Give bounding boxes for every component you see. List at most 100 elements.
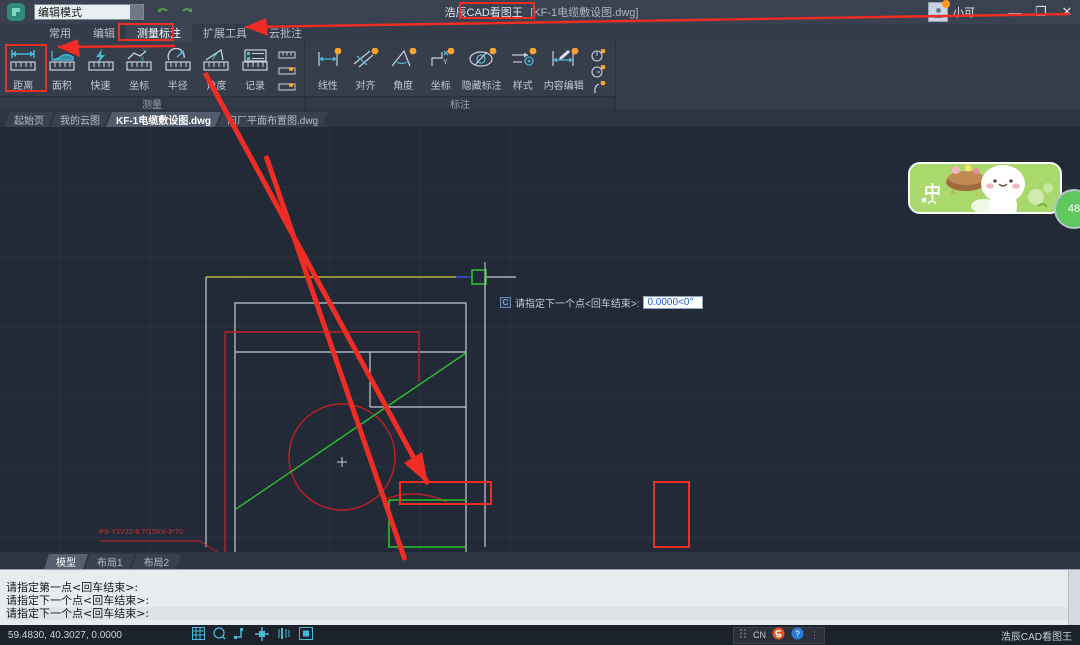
annotate-extra-buttons xyxy=(586,45,611,95)
fullscreen-icon[interactable] xyxy=(299,627,313,643)
doc-tab-old-plant-layout[interactable]: 旧厂平面布置图.dwg xyxy=(217,112,328,127)
command-line-input-row[interactable]: 请指定下一个点<回车结束>: xyxy=(6,607,1080,620)
svg-text:x: x xyxy=(143,49,146,55)
chevron-down-icon[interactable] xyxy=(130,5,143,19)
ime-more-icon[interactable]: ⋮ xyxy=(810,630,819,641)
cad-application-window: 编辑模式 浩辰CAD看图王 [KF-1电缆敷设图.dwg] xyxy=(0,0,1080,645)
measure-angle-label: 角度 xyxy=(206,77,226,92)
notification-dot-icon xyxy=(942,0,950,8)
measure-area-button[interactable]: 面积 xyxy=(43,45,82,95)
svg-text:?: ? xyxy=(795,630,800,639)
layout-tab-layout1[interactable]: 布局1 xyxy=(85,554,135,569)
minimize-button[interactable]: — xyxy=(1002,0,1028,24)
coordinate-icon: x y xyxy=(124,47,154,75)
measure-quick-button[interactable]: 快速 xyxy=(81,45,120,95)
maximize-button[interactable]: ❐ xyxy=(1028,0,1054,24)
measure-coordinate-button[interactable]: x y 坐标 xyxy=(120,45,159,95)
undo-redo-group xyxy=(156,5,194,19)
svg-text:y: y xyxy=(141,56,144,62)
ribbon-tab-cloud-markup[interactable]: 云批注 xyxy=(258,23,313,43)
sogou-icon[interactable] xyxy=(772,627,785,643)
measure-radius-button[interactable]: 半径 xyxy=(158,45,197,95)
ribbon-group-annotate-label: 标注 xyxy=(305,96,615,110)
annotate-small-icon-2[interactable] xyxy=(587,64,609,79)
svg-text:♫: ♫ xyxy=(950,187,956,196)
ribbon-group-measure-label: 测量 xyxy=(0,96,304,110)
annotate-hide-dim-label: 隐藏标注 xyxy=(462,77,502,92)
lineweight-icon[interactable] xyxy=(277,627,291,643)
measure-record-label: 记录 xyxy=(245,77,265,92)
help-icon[interactable]: ? xyxy=(791,627,804,643)
user-name-label[interactable]: 小可… xyxy=(953,4,986,20)
doc-tab-kf1-cable-layout[interactable]: KF-1电缆敷设图.dwg xyxy=(106,112,221,127)
ruler-small-icon-2[interactable] xyxy=(276,64,298,79)
svg-text:Y: Y xyxy=(443,59,448,66)
quick-measure-icon xyxy=(86,47,116,75)
measure-record-button[interactable]: 记录 xyxy=(236,45,275,95)
redo-icon[interactable] xyxy=(180,5,194,19)
angular-dim-icon xyxy=(388,47,418,75)
ribbon-tab-common[interactable]: 常用 xyxy=(38,23,82,43)
osnap-icon[interactable] xyxy=(255,627,269,644)
grid-icon[interactable] xyxy=(192,627,205,643)
doc-tab-my-cloud[interactable]: 我的云图 xyxy=(50,112,110,127)
layout-tab-model[interactable]: 模型 xyxy=(44,554,88,569)
command-line-partial xyxy=(6,571,1080,581)
command-tooltip-prompt: 请指定下一个点<回车结束>: xyxy=(515,295,639,310)
annotate-linear-button[interactable]: 线性 xyxy=(309,45,347,95)
measure-distance-button[interactable]: 距离 xyxy=(4,45,43,95)
annotate-ordinate-label: 坐标 xyxy=(431,77,451,92)
mode-selector-dropdown[interactable]: 编辑模式 xyxy=(34,4,144,20)
annotate-aligned-label: 对齐 xyxy=(355,77,375,92)
measure-extra-buttons xyxy=(274,45,300,95)
app-title-text: 浩辰CAD看图王 xyxy=(442,6,526,20)
ribbon-group-annotate: 线性 对齐 xyxy=(305,42,616,110)
annotate-ordinate-button[interactable]: Y 坐标 xyxy=(422,45,460,95)
angle-icon xyxy=(201,47,231,75)
undo-icon[interactable] xyxy=(156,5,170,19)
ortho-icon[interactable] xyxy=(234,627,247,643)
dim-style-icon xyxy=(508,47,538,75)
annotate-small-icon-3[interactable] xyxy=(587,80,609,95)
snap-icon[interactable] xyxy=(213,627,226,643)
command-line-scrollbar[interactable] xyxy=(1068,570,1080,625)
doc-tab-start-page[interactable]: 起始页 xyxy=(4,112,54,127)
annotate-hide-dim-button[interactable]: 隐藏标注 xyxy=(460,45,504,95)
annotate-edit-content-label: 内容编辑 xyxy=(544,77,584,92)
ime-status-toolbar[interactable]: CN ? ⋮ xyxy=(733,627,825,644)
command-line-panel[interactable]: 请指定第一点<回车结束>: 请指定下一个点<回车结束>: 请指定下一个点<回车结… xyxy=(0,569,1080,625)
close-button[interactable]: ✕ xyxy=(1054,0,1080,24)
command-tooltip: C 请指定下一个点<回车结束>: 0.0000<0° xyxy=(500,295,703,310)
ime-floating-widget[interactable]: ♪ ♫ 中 xyxy=(908,162,1062,214)
area-icon xyxy=(47,47,77,75)
annotate-style-button[interactable]: 样式 xyxy=(504,45,542,95)
avatar[interactable] xyxy=(928,2,948,22)
command-line-row: 请指定下一个点<回车结束>: xyxy=(6,594,1080,607)
annotate-small-icon-1[interactable] xyxy=(587,48,609,63)
ribbon-panel: 距离 面积 xyxy=(0,42,1080,110)
measure-angle-button[interactable]: 角度 xyxy=(197,45,236,95)
measure-area-label: 面积 xyxy=(52,77,72,92)
cable-label-text: PS-YJV22-8.7/15KV-3*70 xyxy=(99,529,183,536)
title-bar: 编辑模式 浩辰CAD看图王 [KF-1电缆敷设图.dwg] xyxy=(0,0,1080,24)
command-tooltip-input[interactable]: 0.0000<0° xyxy=(643,296,703,309)
ime-language-indicator[interactable]: CN xyxy=(753,630,766,640)
hide-dim-icon xyxy=(466,47,498,75)
drawing-canvas[interactable]: PS-YJV22-8.7/15KV-3*70 C 请指定下一个点<回车结束>: … xyxy=(0,127,1080,552)
annotate-aligned-button[interactable]: 对齐 xyxy=(347,45,385,95)
ime-drag-handle-icon[interactable] xyxy=(739,628,747,642)
annotate-angular-button[interactable]: 角度 xyxy=(384,45,422,95)
window-controls: 小可… — ❐ ✕ xyxy=(928,0,1080,24)
ribbon-tab-measure-annotate[interactable]: 测量标注 xyxy=(126,23,192,43)
annotate-edit-content-button[interactable]: 内容编辑 xyxy=(542,45,586,95)
measure-quick-label: 快速 xyxy=(91,77,111,92)
status-bar: 59.4830, 40.3027, 0.0000 xyxy=(0,625,1080,645)
ruler-small-icon-1[interactable] xyxy=(276,48,298,63)
measure-distance-label: 距离 xyxy=(13,77,33,92)
ribbon-tab-extended-tools[interactable]: 扩展工具 xyxy=(192,23,258,43)
ruler-small-icon-3[interactable] xyxy=(276,80,298,95)
layout-tab-layout2[interactable]: 布局2 xyxy=(132,554,182,569)
ribbon-tab-edit[interactable]: 编辑 xyxy=(82,23,126,43)
document-tab-strip: 起始页 我的云图 KF-1电缆敷设图.dwg 旧厂平面布置图.dwg xyxy=(0,110,1080,127)
command-line-row: 请指定第一点<回车结束>: xyxy=(6,581,1080,594)
